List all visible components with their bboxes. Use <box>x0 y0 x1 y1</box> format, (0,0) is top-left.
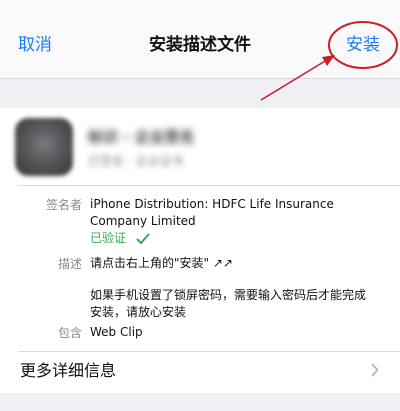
profile-name: 标识 - 企业签名 <box>88 128 195 146</box>
contains-label: 包含 <box>57 326 82 340</box>
install-button[interactable]: 安装 <box>346 34 380 56</box>
signer-label: 签名者 <box>45 198 82 212</box>
profile-icon <box>15 118 73 176</box>
checkmark-icon <box>136 233 150 244</box>
divider <box>18 185 400 186</box>
contains-value: Web Clip <box>90 325 143 339</box>
description-line-2: 如果手机设置了锁屏密码，需要输入密码后才能完成安装，请放心安装 <box>90 288 367 319</box>
install-profile-screen: 取消 安装描述文件 安装 标识 - 企业签名 已签名 · 企业证书 签名者 iP… <box>0 0 400 411</box>
bottom-spacer <box>0 393 400 411</box>
description-label: 描述 <box>57 257 82 271</box>
signer-value: iPhone Distribution: HDFC Life Insurance… <box>90 197 334 228</box>
verified-status: 已验证 <box>90 230 150 246</box>
more-details-row[interactable]: 更多详细信息 <box>0 351 400 391</box>
chevron-right-icon[interactable] <box>371 363 379 377</box>
more-details-label: 更多详细信息 <box>20 361 117 380</box>
description-line-1: 请点击右上角的"安装" ↗↗ <box>90 256 233 270</box>
verified-label: 已验证 <box>90 231 127 245</box>
navigation-bar: 取消 安装描述文件 安装 <box>0 0 400 79</box>
profile-subtitle: 已签名 · 企业证书 <box>88 154 184 168</box>
page-title: 安装描述文件 <box>149 35 251 55</box>
